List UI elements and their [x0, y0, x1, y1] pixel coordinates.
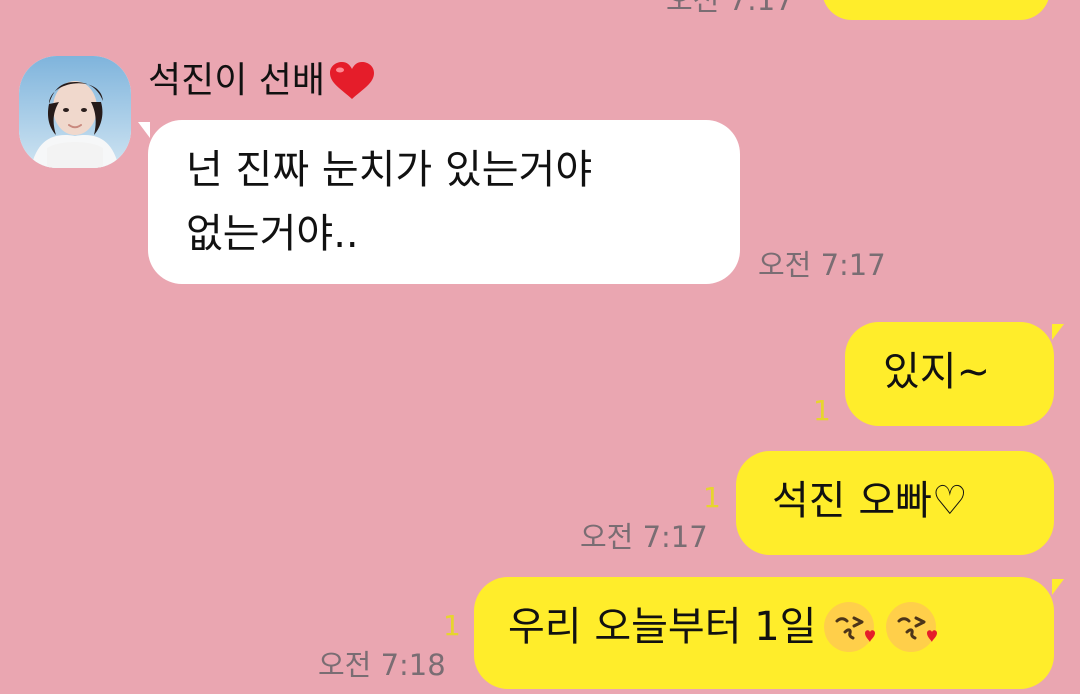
- unread-count-3: 1: [443, 609, 461, 642]
- outgoing-message-bubble-3[interactable]: 우리 오늘부터 1일: [474, 577, 1064, 689]
- incoming-message-time: 오전 7:17: [758, 248, 886, 282]
- sender-name: 석진이 선배: [148, 60, 326, 101]
- kiss-face-icon: [882, 598, 940, 656]
- outgoing-message-text-3: 우리 오늘부터 1일: [508, 604, 817, 650]
- outgoing-message-time-2: 오전 7:17: [580, 520, 708, 554]
- kiss-face-icon: [820, 598, 878, 656]
- top-partial-outgoing-bubble[interactable]: [822, 0, 1050, 20]
- heart-icon: [327, 61, 377, 101]
- outgoing-message-time-3: 오전 7:18: [318, 648, 446, 682]
- incoming-message-line-2: 없는거야..: [186, 211, 359, 257]
- unread-count-2: 1: [703, 481, 721, 514]
- profile-avatar-icon: [19, 56, 131, 168]
- unread-count-1: 1: [813, 394, 831, 427]
- chat-screen: 오전 7:17 석진이 선배 넌 진짜 눈치가 있는거야 없는거야.. 오전 7…: [0, 0, 1080, 694]
- top-partial-time: 오전 7:17: [666, 0, 794, 17]
- outgoing-message-bubble-1[interactable]: 있지~: [845, 322, 1064, 426]
- outgoing-message-text-1: 있지~: [883, 349, 991, 395]
- sender-name-row: 석진이 선배: [148, 58, 377, 104]
- incoming-message-line-1: 넌 진짜 눈치가 있는거야: [186, 147, 593, 193]
- outgoing-message-text-2: 석진 오빠♡: [772, 478, 968, 524]
- profile-avatar[interactable]: [19, 56, 131, 168]
- incoming-message-bubble[interactable]: 넌 진짜 눈치가 있는거야 없는거야..: [138, 120, 740, 284]
- outgoing-message-bubble-2[interactable]: 석진 오빠♡: [736, 451, 1054, 555]
